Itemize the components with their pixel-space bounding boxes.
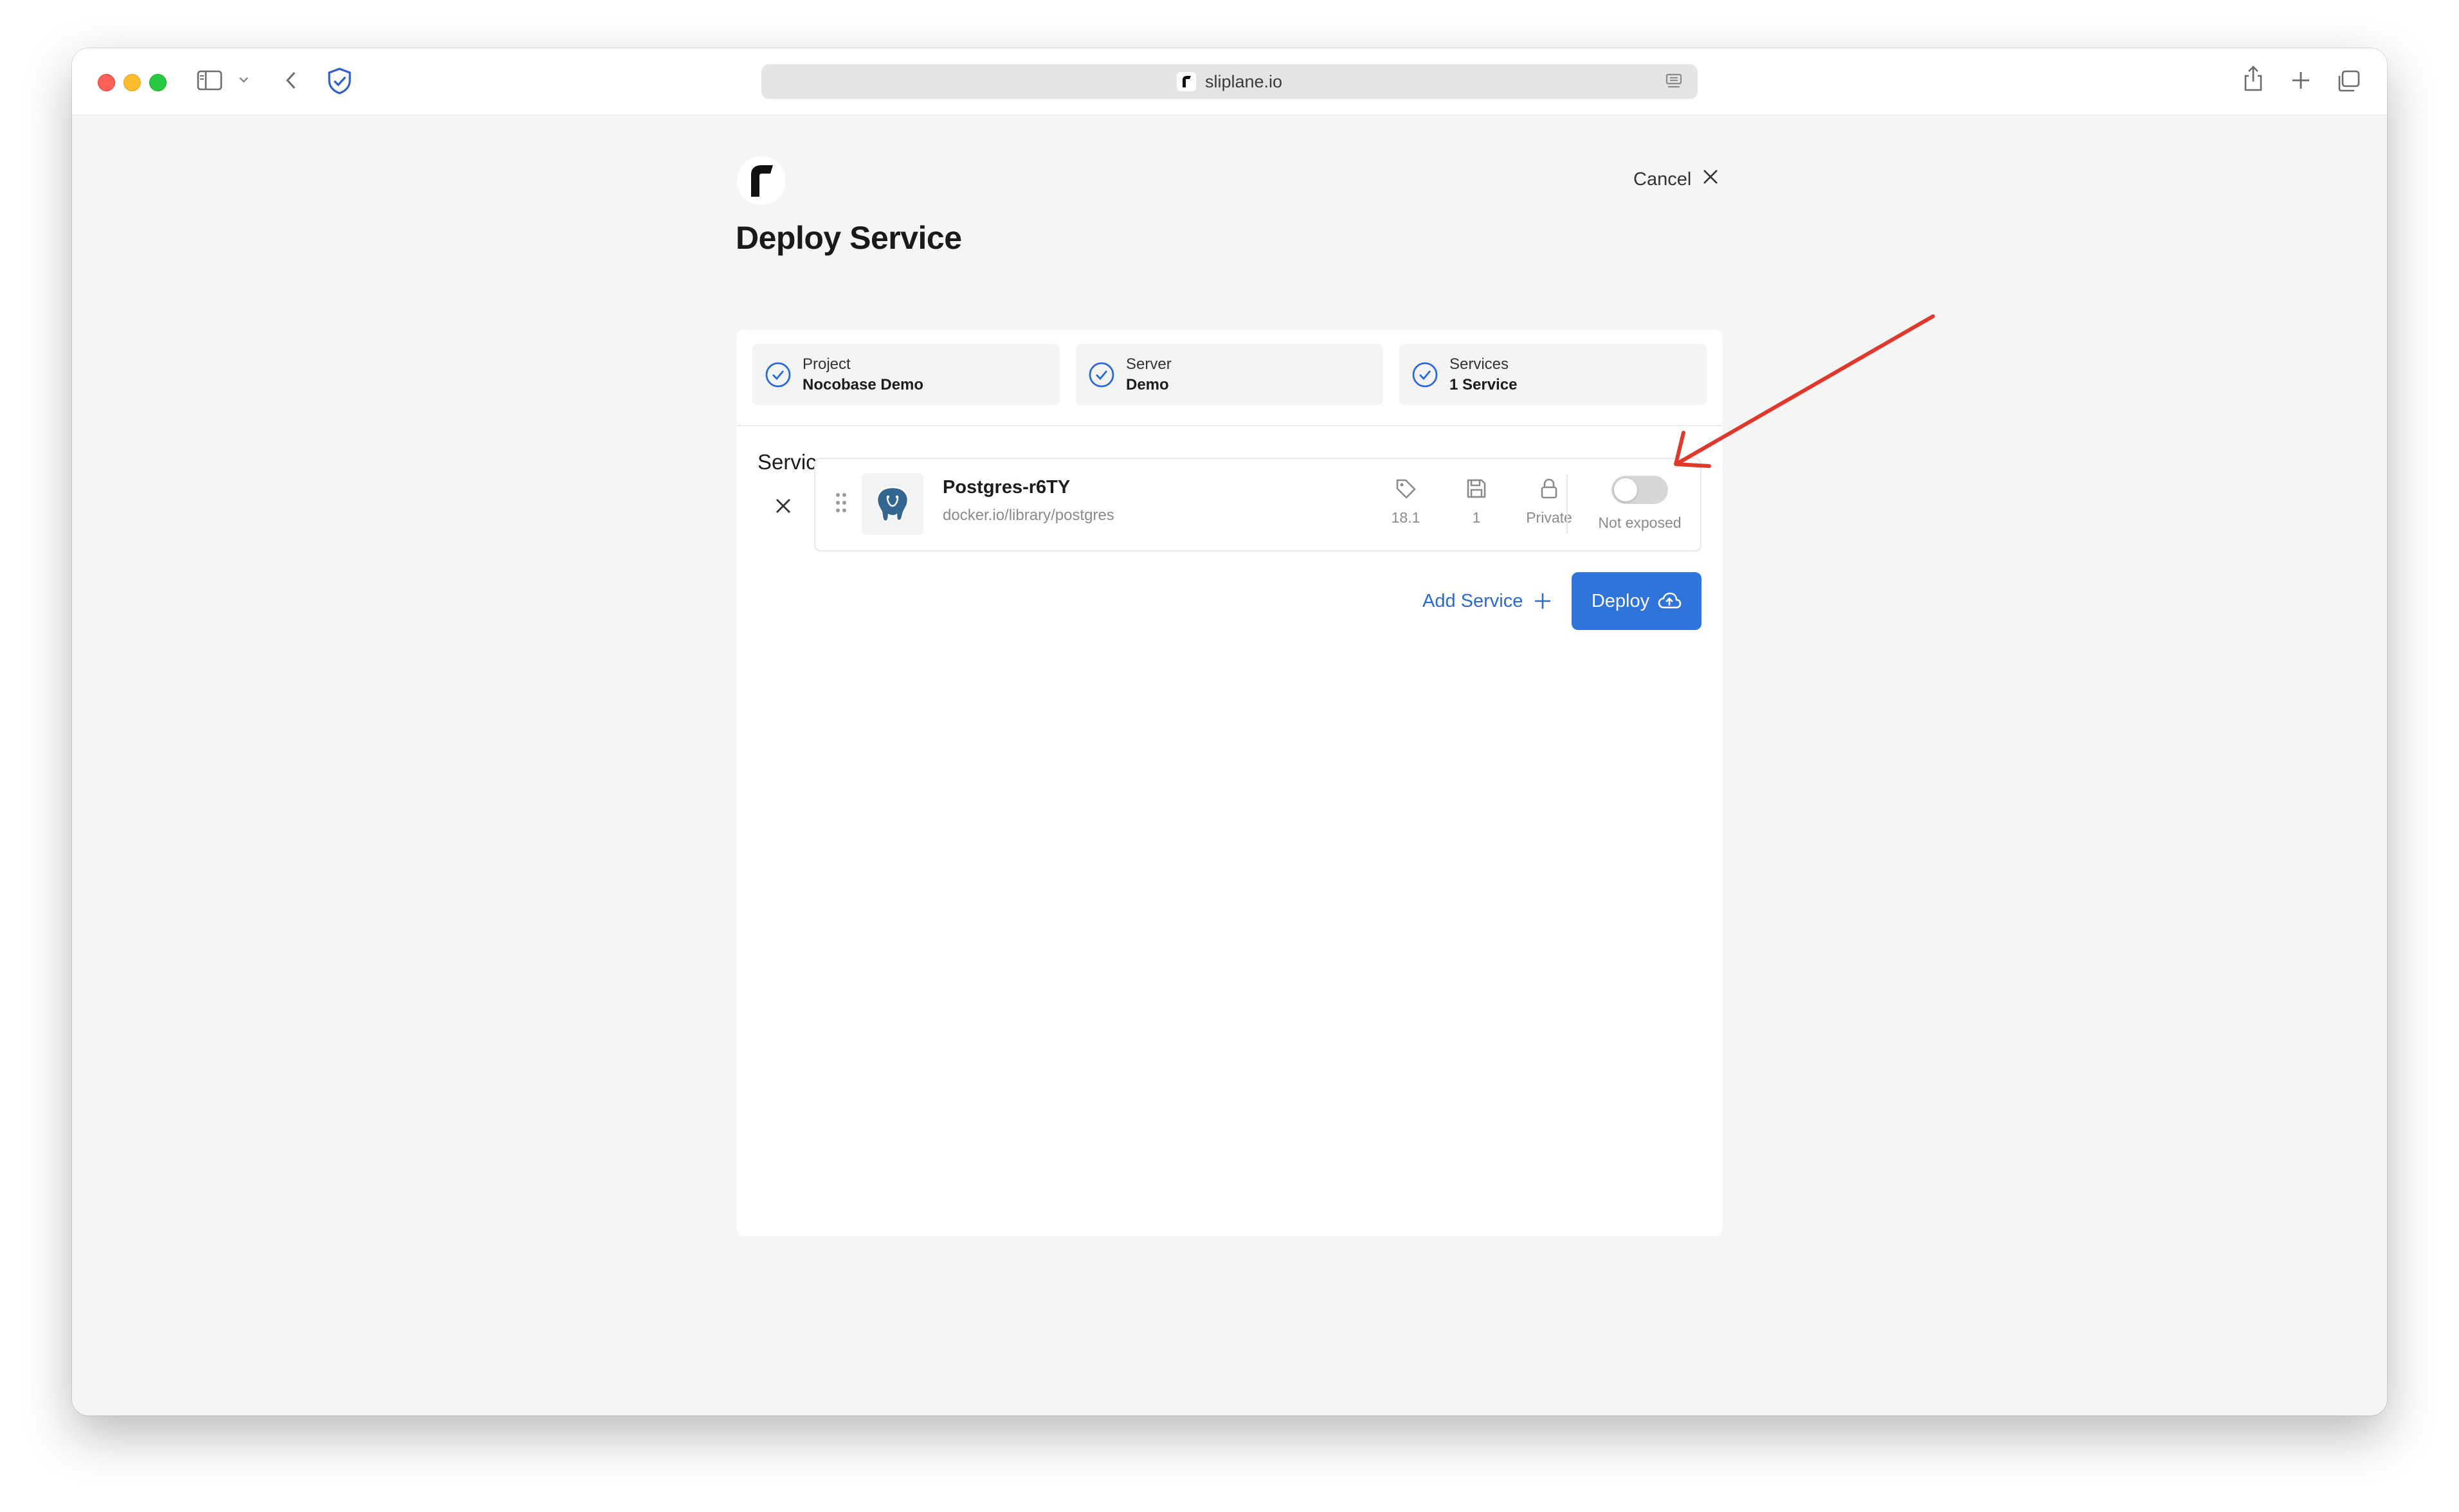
- site-favicon-icon: [1176, 72, 1196, 91]
- visibility-value: Private: [1526, 509, 1572, 526]
- volume-count: 1: [1438, 477, 1515, 526]
- service-card[interactable]: Postgres-r6TY docker.io/library/postgres…: [814, 458, 1701, 552]
- remove-service-button[interactable]: [769, 492, 797, 520]
- step-label: Server: [1126, 355, 1172, 373]
- tag-icon: [1396, 479, 1416, 499]
- sidebar-toggle-icon[interactable]: [197, 69, 222, 95]
- add-service-label: Add Service: [1422, 590, 1523, 611]
- cloud-upload-icon: [1658, 592, 1682, 609]
- step-server[interactable]: Server Demo: [1076, 344, 1383, 405]
- step-value: Demo: [1126, 375, 1169, 393]
- add-service-button[interactable]: Add Service: [1422, 585, 1552, 617]
- cancel-button[interactable]: Cancel: [1633, 163, 1719, 195]
- browser-toolbar: sliplane.io: [72, 48, 2387, 116]
- version-value: 18.1: [1391, 509, 1420, 526]
- address-bar[interactable]: sliplane.io: [761, 64, 1698, 99]
- new-tab-icon[interactable]: [2289, 69, 2312, 95]
- step-value: 1 Service: [1449, 375, 1518, 393]
- close-window-button[interactable]: [98, 74, 115, 91]
- version-tag: 18.1: [1367, 477, 1444, 526]
- share-icon[interactable]: [2242, 64, 2265, 96]
- deploy-label: Deploy: [1591, 590, 1650, 611]
- lock-icon: [1541, 478, 1557, 499]
- cancel-label: Cancel: [1633, 168, 1692, 190]
- exposure-label: Not exposed: [1598, 514, 1682, 531]
- volume-value: 1: [1472, 509, 1481, 526]
- minimize-window-button[interactable]: [123, 74, 141, 91]
- step-project[interactable]: Project Nocobase Demo: [752, 344, 1060, 405]
- card-divider: [1566, 474, 1568, 534]
- back-icon[interactable]: [282, 69, 301, 95]
- chevron-down-icon[interactable]: [238, 75, 250, 87]
- save-icon: [1467, 479, 1486, 498]
- zoom-window-button[interactable]: [149, 74, 167, 91]
- url-text: sliplane.io: [1204, 71, 1283, 91]
- service-name: Postgres-r6TY: [943, 477, 1071, 498]
- expose-toggle[interactable]: [1611, 476, 1668, 504]
- close-icon: [776, 499, 790, 513]
- deploy-button[interactable]: Deploy: [1572, 572, 1701, 630]
- page-content: Deploy Service Cancel Project Nocobase D…: [72, 116, 2387, 1416]
- shield-icon[interactable]: [325, 66, 354, 99]
- page-title: Deploy Service: [736, 220, 962, 256]
- postgres-icon: [862, 473, 923, 535]
- step-label: Project: [803, 355, 851, 373]
- check-circle-icon: [1412, 362, 1438, 387]
- reader-mode-icon[interactable]: [1664, 73, 1683, 94]
- drag-handle-icon[interactable]: [833, 491, 849, 518]
- step-services[interactable]: Services 1 Service: [1399, 344, 1707, 405]
- toggle-knob: [1614, 478, 1637, 501]
- service-image: docker.io/library/postgres: [943, 507, 1114, 524]
- step-value: Nocobase Demo: [803, 375, 924, 393]
- sliplane-logo: [737, 156, 786, 205]
- tab-overview-icon[interactable]: [2336, 69, 2361, 96]
- plus-icon: [1535, 593, 1551, 609]
- step-label: Services: [1449, 355, 1509, 373]
- visibility-status: Private: [1511, 477, 1588, 526]
- browser-window: sliplane.io Deploy Service Cancel Projec…: [72, 48, 2387, 1416]
- check-circle-icon: [765, 362, 791, 387]
- check-circle-icon: [1089, 362, 1114, 387]
- steps-bar: Project Nocobase Demo Server Demo Servic…: [737, 330, 1722, 426]
- close-icon: [1701, 168, 1719, 191]
